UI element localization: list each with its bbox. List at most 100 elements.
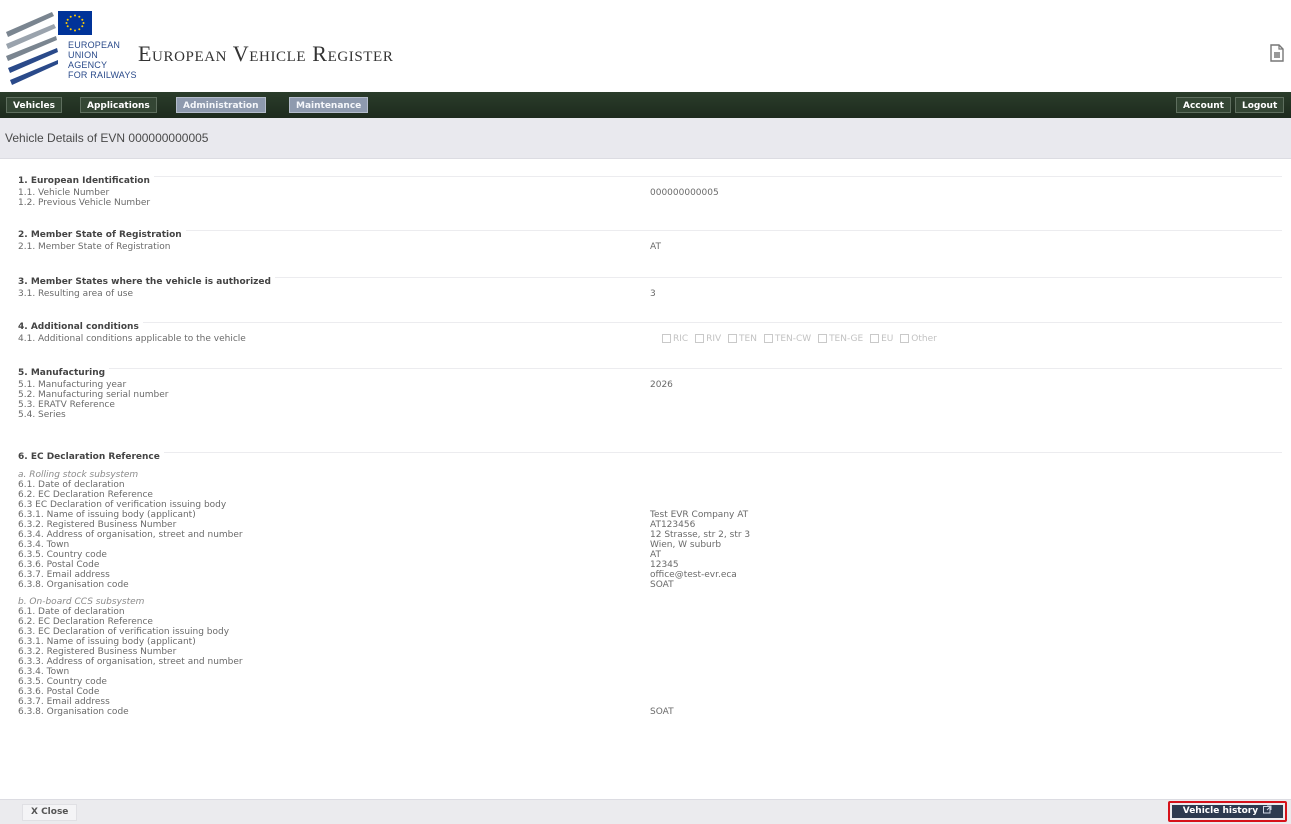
- section-divider: [18, 322, 1282, 323]
- agency-line: UNION: [68, 50, 98, 60]
- checkbox-label: RIV: [706, 334, 722, 344]
- field-value: office@test-evr.eca: [650, 570, 737, 580]
- checkbox-label: TEN: [739, 334, 757, 344]
- field-label: 4.1. Additional conditions applicable to…: [18, 334, 246, 344]
- field-label: 6.3.4. Address of organisation, street a…: [18, 530, 243, 540]
- field-row: 6.3.2. Registered Business Number AT12345…: [18, 520, 1288, 530]
- field-row: 6.3.1. Name of issuing body (applicant) T…: [18, 510, 1288, 520]
- field-value: 3: [650, 289, 656, 299]
- field-row: 6.3.4. Town Wien, W suburb: [18, 540, 1288, 550]
- checkbox-ten-ge[interactable]: [818, 334, 828, 343]
- field-label: 5.3. ERATV Reference: [18, 400, 115, 410]
- field-row: 6.3.2. Registered Business Number: [18, 647, 1288, 657]
- nav-logout[interactable]: Logout: [1235, 97, 1285, 113]
- field-label: 6.3.8. Organisation code: [18, 707, 129, 717]
- field-label: 5.1. Manufacturing year: [18, 380, 127, 390]
- eu-flag-icon: [58, 11, 92, 35]
- field-value: SOAT: [650, 580, 674, 590]
- page-title-bar: Vehicle Details of EVN 000000000005: [0, 118, 1291, 159]
- section-title: 5. Manufacturing: [18, 368, 110, 378]
- field-row: 6.1. Date of declaration: [18, 480, 1288, 490]
- external-link-icon: [1263, 805, 1272, 814]
- field-row: 6.2. EC Declaration Reference: [18, 490, 1288, 500]
- field-label: 6.2. EC Declaration Reference: [18, 490, 153, 500]
- field-row: 6.3.7. Email address office@test-evr.eca: [18, 570, 1288, 580]
- agency-line: FOR RAILWAYS: [68, 70, 137, 80]
- field-label: 6.3.6. Postal Code: [18, 560, 100, 570]
- field-value: AT: [650, 242, 661, 252]
- field-row: 6.2. EC Declaration Reference: [18, 617, 1288, 627]
- checkbox-label: TEN-CW: [774, 334, 812, 344]
- section-title: 4. Additional conditions: [18, 322, 143, 332]
- section-title: 1. European Identification: [18, 176, 154, 186]
- field-value: Test EVR Company AT: [650, 510, 749, 520]
- nav-applications[interactable]: Applications: [80, 97, 157, 113]
- field-row: 4.1. Additional conditions applicable to…: [18, 334, 1288, 344]
- field-row: 6.3.5. Country code AT: [18, 550, 1288, 560]
- app-header: EUROPEAN UNION AGENCY FOR RAILWAYS Europ…: [0, 0, 1291, 92]
- checkbox-ten[interactable]: [728, 334, 738, 343]
- vehicle-history-label: Vehicle history: [1182, 806, 1259, 816]
- section-divider: [18, 230, 1282, 231]
- field-row: 3.1. Resulting area of use 3: [18, 289, 1288, 299]
- field-label: 6.3.8. Organisation code: [18, 580, 129, 590]
- vehicle-history-highlight: Vehicle history: [1168, 801, 1287, 822]
- field-row: 6.3.8. Organisation code SOAT: [18, 707, 1288, 717]
- field-row: 6.3.6. Postal Code 12345: [18, 560, 1288, 570]
- field-row: 6.1. Date of declaration: [18, 607, 1288, 617]
- nav-account[interactable]: Account: [1176, 97, 1231, 113]
- checkbox-label: RIC: [673, 334, 689, 344]
- checkbox-label: EU: [881, 334, 894, 344]
- field-label: 6.1. Date of declaration: [18, 607, 125, 617]
- checkbox-label: TEN-GE: [829, 334, 864, 344]
- field-value: Wien, W suburb: [650, 540, 722, 550]
- main-navigation: Vehicles Applications Administration Mai…: [0, 92, 1291, 118]
- checkbox-other[interactable]: [900, 334, 910, 343]
- field-row: 2.1. Member State of Registration AT: [18, 242, 1288, 252]
- field-label: 1.2. Previous Vehicle Number: [18, 198, 151, 208]
- field-row: 6.3.8. Organisation code SOAT: [18, 580, 1288, 590]
- field-row: 5.3. ERATV Reference: [18, 400, 1288, 410]
- field-label: 2.1. Member State of Registration: [18, 242, 171, 252]
- checkbox-riv[interactable]: [695, 334, 705, 343]
- field-value: SOAT: [650, 707, 674, 717]
- field-label: 5.4. Series: [18, 410, 66, 420]
- checkbox-ten-cw[interactable]: [763, 334, 773, 343]
- field-label: 6.3.5. Country code: [18, 550, 107, 560]
- field-value: 000000000005: [650, 188, 719, 198]
- section-title: 2. Member State of Registration: [18, 230, 186, 240]
- field-row: 1.2. Previous Vehicle Number: [18, 198, 1288, 208]
- section-ec-declaration: 6. EC Declaration Reference a. Rolling s…: [18, 451, 1288, 717]
- subsection-title: b. On-board CCS subsystem: [18, 597, 145, 607]
- checkbox-eu[interactable]: [870, 334, 880, 343]
- field-label: 5.2. Manufacturing serial number: [18, 390, 169, 400]
- agency-line: EUROPEAN: [68, 40, 121, 50]
- section-divider: [18, 176, 1282, 177]
- field-label: 6.3.6. Postal Code: [18, 687, 100, 697]
- nav-maintenance[interactable]: Maintenance: [289, 97, 369, 113]
- vehicle-details: 1. European Identification 1.1. Vehicle …: [0, 158, 1291, 799]
- field-label: 6.1. Date of declaration: [18, 480, 125, 490]
- field-label: 6.3.1. Name of issuing body (applicant): [18, 637, 196, 647]
- field-row: 5.2. Manufacturing serial number: [18, 390, 1288, 400]
- field-value: AT: [650, 550, 661, 560]
- agency-line: AGENCY: [68, 60, 108, 70]
- field-row: 6.3.4. Address of organisation, street a…: [18, 530, 1288, 540]
- nav-vehicles[interactable]: Vehicles: [6, 97, 62, 113]
- field-label: 6.3.5. Country code: [18, 677, 107, 687]
- field-row: 5.1. Manufacturing year 2026: [18, 380, 1288, 390]
- field-row: 6.3.6. Postal Code: [18, 687, 1288, 697]
- field-label: 3.1. Resulting area of use: [18, 289, 134, 299]
- document-icon[interactable]: [1270, 44, 1284, 62]
- checkbox-ric[interactable]: [662, 334, 671, 343]
- field-value: AT123456: [650, 520, 696, 530]
- field-row: 6.3 EC Declaration of verification issui…: [18, 500, 1288, 510]
- conditions-checkboxes: RIC RIV TEN TEN-CW TEN-GE EU Other: [658, 334, 937, 344]
- field-row: 1.1. Vehicle Number 000000000005: [18, 188, 1288, 198]
- field-value: 12 Strasse, str 2, str 3: [650, 530, 751, 540]
- vehicle-history-button[interactable]: Vehicle history: [1172, 805, 1283, 818]
- section-member-state: 2. Member State of Registration 2.1. Mem…: [18, 229, 1288, 252]
- close-button[interactable]: X Close: [22, 804, 78, 821]
- nav-administration[interactable]: Administration: [176, 97, 266, 113]
- field-label: 6.3.4. Town: [18, 540, 70, 550]
